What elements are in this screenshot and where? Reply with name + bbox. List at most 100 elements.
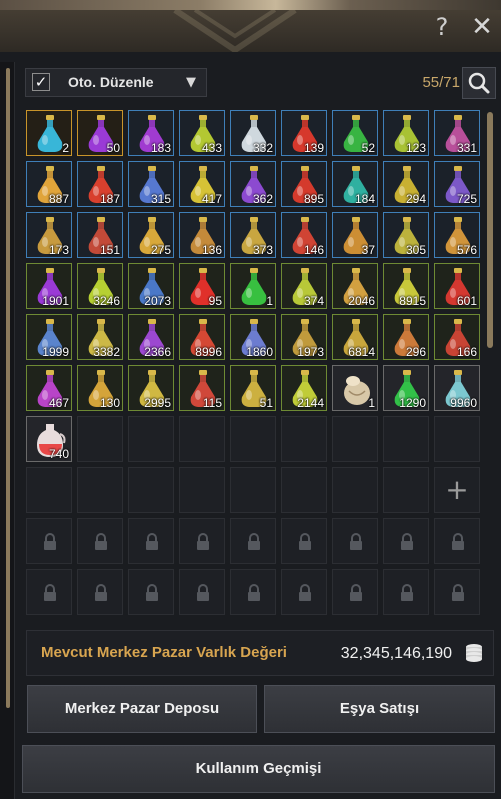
inventory-item-slot[interactable]: 151: [77, 212, 123, 258]
item-count: 296: [405, 345, 426, 359]
close-icon[interactable]: ✕: [469, 14, 495, 40]
inventory-item-slot[interactable]: 2073: [128, 263, 174, 309]
inventory-item-slot[interactable]: 294: [383, 161, 429, 207]
inventory-item-slot[interactable]: 2366: [128, 314, 174, 360]
empty-slot[interactable]: [77, 416, 123, 462]
inventory-item-slot[interactable]: 1: [332, 365, 378, 411]
inventory-item-slot[interactable]: 123: [383, 110, 429, 156]
inventory-item-slot[interactable]: 601: [434, 263, 480, 309]
slot-count: 55/71: [422, 74, 460, 91]
inventory-item-slot[interactable]: 8915: [383, 263, 429, 309]
inventory-item-slot[interactable]: 2046: [332, 263, 378, 309]
inventory-item-slot[interactable]: 1: [230, 263, 276, 309]
usage-history-button[interactable]: Kullanım Geçmişi: [22, 745, 495, 793]
inventory-item-slot[interactable]: 139: [281, 110, 327, 156]
dropdown-arrow-icon[interactable]: ▼: [186, 75, 196, 90]
inventory-item-slot[interactable]: 331: [434, 110, 480, 156]
empty-slot[interactable]: [383, 416, 429, 462]
empty-slot[interactable]: [230, 467, 276, 513]
inventory-item-slot[interactable]: 173: [26, 212, 72, 258]
inventory-item-slot[interactable]: 2: [26, 110, 72, 156]
inventory-item-slot[interactable]: 115: [179, 365, 225, 411]
empty-slot[interactable]: [332, 416, 378, 462]
inventory-item-slot[interactable]: 374: [281, 263, 327, 309]
item-count: 8996: [195, 345, 222, 359]
empty-slot[interactable]: [179, 467, 225, 513]
item-count: 130: [99, 396, 120, 410]
locked-slot: [26, 518, 72, 564]
empty-slot[interactable]: [77, 467, 123, 513]
inventory-item-slot[interactable]: 52: [332, 110, 378, 156]
inventory-item-slot[interactable]: 725: [434, 161, 480, 207]
inventory-item-slot[interactable]: 1901: [26, 263, 72, 309]
auto-arrange-checkbox[interactable]: ✓: [32, 73, 50, 91]
inventory-item-slot[interactable]: 1999: [26, 314, 72, 360]
inventory-scroll-thumb[interactable]: [487, 112, 493, 348]
inventory-item-slot[interactable]: 332: [230, 110, 276, 156]
inventory-item-slot[interactable]: 1973: [281, 314, 327, 360]
inventory-item-slot[interactable]: 576: [434, 212, 480, 258]
empty-slot[interactable]: [281, 416, 327, 462]
item-count: 184: [354, 192, 375, 206]
inventory-item-slot[interactable]: 315: [128, 161, 174, 207]
item-count: 3382: [93, 345, 120, 359]
inventory-item-slot[interactable]: 51: [230, 365, 276, 411]
item-count: 146: [303, 243, 324, 257]
inventory-item-slot[interactable]: 2144: [281, 365, 327, 411]
inventory-item-slot[interactable]: 895: [281, 161, 327, 207]
inventory-item-slot[interactable]: 166: [434, 314, 480, 360]
empty-slot[interactable]: [128, 416, 174, 462]
inventory-item-slot[interactable]: 95: [179, 263, 225, 309]
inventory-item-slot[interactable]: 130: [77, 365, 123, 411]
inventory-item-slot[interactable]: 183: [128, 110, 174, 156]
inventory-item-slot[interactable]: 8996: [179, 314, 225, 360]
inventory-item-slot[interactable]: 887: [26, 161, 72, 207]
inventory-item-slot[interactable]: 1860: [230, 314, 276, 360]
lock-icon: [452, 584, 464, 601]
inventory-item-slot[interactable]: 2995: [128, 365, 174, 411]
inventory-item-slot[interactable]: 417: [179, 161, 225, 207]
lock-icon: [248, 584, 260, 601]
auto-arrange-dropdown[interactable]: ✓ Oto. Düzenle ▼: [25, 68, 207, 97]
inventory-item-slot[interactable]: 1290: [383, 365, 429, 411]
locked-slot: [434, 518, 480, 564]
empty-slot[interactable]: [281, 467, 327, 513]
empty-slot[interactable]: [230, 416, 276, 462]
empty-slot[interactable]: [383, 467, 429, 513]
lock-icon: [95, 533, 107, 550]
inventory-item-slot[interactable]: 187: [77, 161, 123, 207]
inventory-item-slot[interactable]: 9960: [434, 365, 480, 411]
inventory-item-slot[interactable]: 136: [179, 212, 225, 258]
empty-slot[interactable]: [179, 416, 225, 462]
empty-slot[interactable]: [128, 467, 174, 513]
inventory-item-slot[interactable]: 305: [383, 212, 429, 258]
inventory-item-slot[interactable]: 740: [26, 416, 72, 462]
left-scroll-thumb[interactable]: [6, 68, 10, 708]
inventory-item-slot[interactable]: 6814: [332, 314, 378, 360]
inventory-item-slot[interactable]: 37: [332, 212, 378, 258]
inventory-item-slot[interactable]: 184: [332, 161, 378, 207]
empty-slot[interactable]: [26, 467, 72, 513]
inventory-item-slot[interactable]: 3246: [77, 263, 123, 309]
inventory-item-slot[interactable]: 50: [77, 110, 123, 156]
item-count: 123: [405, 141, 426, 155]
locked-slot: [128, 569, 174, 615]
inventory-item-slot[interactable]: 296: [383, 314, 429, 360]
empty-slot[interactable]: [434, 416, 480, 462]
inventory-item-slot[interactable]: 146: [281, 212, 327, 258]
inventory-item-slot[interactable]: 3382: [77, 314, 123, 360]
search-button[interactable]: [462, 67, 496, 99]
inventory-item-slot[interactable]: 275: [128, 212, 174, 258]
expand-slots-button[interactable]: +: [434, 467, 480, 513]
inventory-item-slot[interactable]: 433: [179, 110, 225, 156]
central-market-storage-button[interactable]: Merkez Pazar Deposu: [27, 685, 257, 733]
locked-slot: [383, 569, 429, 615]
left-side-scrollbar[interactable]: [0, 62, 15, 799]
inventory-item-slot[interactable]: 362: [230, 161, 276, 207]
question-mark-icon[interactable]: ?: [431, 14, 453, 40]
inventory-item-slot[interactable]: 373: [230, 212, 276, 258]
item-sale-button[interactable]: Eşya Satışı: [264, 685, 495, 733]
empty-slot[interactable]: [332, 467, 378, 513]
inventory-item-slot[interactable]: 467: [26, 365, 72, 411]
item-count: 1901: [42, 294, 69, 308]
